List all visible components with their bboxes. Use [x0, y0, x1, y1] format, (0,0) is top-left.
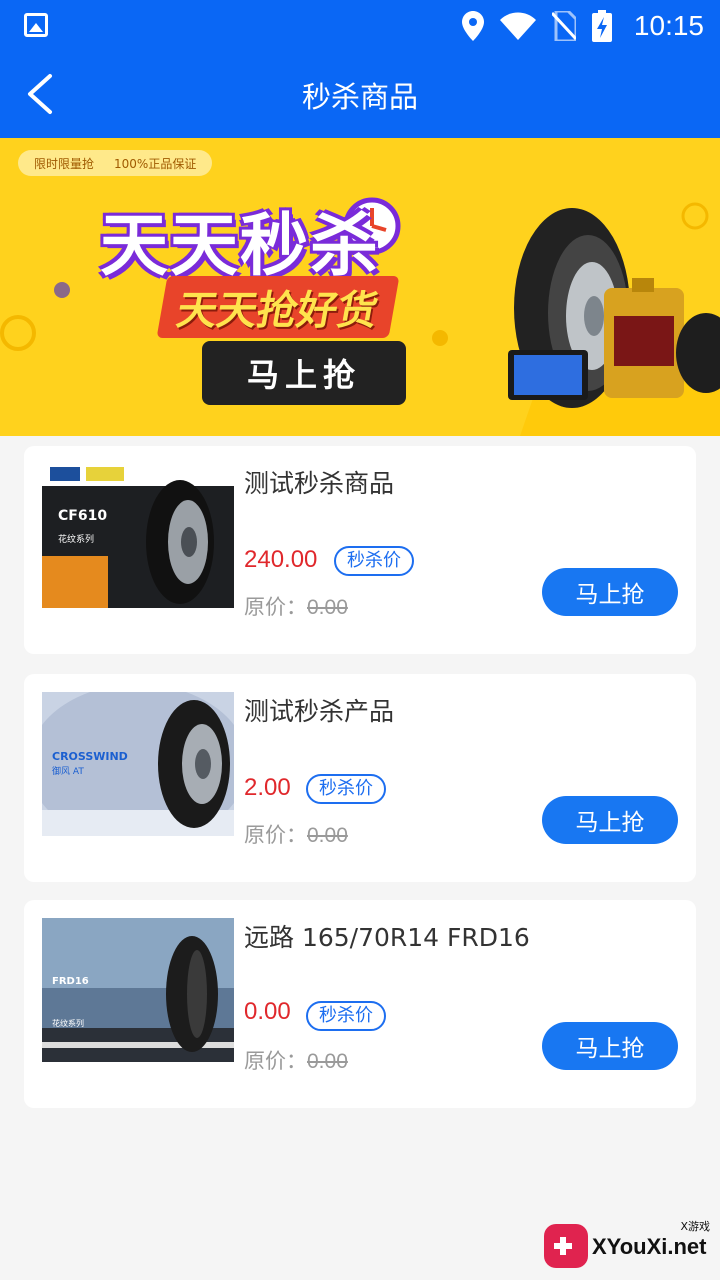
- thumb-sub: 御风 AT: [52, 765, 84, 777]
- banner-tag-genuine: 100%正品保证: [114, 156, 197, 171]
- original-price-label: 原价：: [244, 595, 307, 619]
- banner-tag-limited: 限时限量抢: [34, 156, 95, 171]
- product-card[interactable]: CF610 花纹系列 测试秒杀商品 240.00 秒杀价 原价：0.00 马上抢: [24, 446, 696, 654]
- banner-buy-button[interactable]: 马上抢: [202, 341, 406, 405]
- clock: 10:15: [633, 10, 704, 41]
- system-icons: 10:15: [461, 8, 704, 44]
- product-card[interactable]: CROSSWIND 御风 AT 测试秒杀产品 2.00 秒杀价 原价：0.00 …: [24, 674, 696, 882]
- gamepad-logo-icon: [544, 1224, 588, 1268]
- thumb-label: CROSSWIND: [52, 750, 128, 763]
- banner-tag-bar: 限时限量抢 100%正品保证: [18, 150, 213, 176]
- product-price: 240.00: [244, 546, 318, 573]
- status-bar: 10:15: [0, 0, 720, 52]
- buy-now-button[interactable]: 马上抢: [542, 796, 678, 844]
- product-card[interactable]: FRD16 花纹系列 远路 165/70R14 FRD16 0.00 秒杀价 原…: [24, 900, 696, 1108]
- product-thumbnail[interactable]: CF610 花纹系列: [42, 464, 234, 608]
- product-thumbnail[interactable]: FRD16 花纹系列: [42, 918, 234, 1062]
- original-price: 原价：0.00: [244, 591, 348, 621]
- buy-now-button[interactable]: 马上抢: [542, 1022, 678, 1070]
- original-price-label: 原价：: [244, 1049, 307, 1073]
- flash-sale-badge: 秒杀价: [334, 546, 414, 576]
- buy-now-button[interactable]: 马上抢: [542, 568, 678, 616]
- original-price: 原价：0.00: [244, 1045, 348, 1075]
- product-name[interactable]: 远路 165/70R14 FRD16: [244, 918, 530, 954]
- tire-image: CROSSWIND 御风 AT: [42, 692, 234, 836]
- watermark-small-text: X游戏: [680, 1220, 710, 1233]
- original-price-label: 原价：: [244, 823, 307, 847]
- original-price: 原价：0.00: [244, 819, 348, 849]
- nav-bar: 秒杀商品: [0, 52, 720, 138]
- flash-sale-badge: 秒杀价: [306, 774, 386, 804]
- thumb-label: FRD16: [52, 976, 89, 987]
- original-price-value: 0.00: [307, 1050, 348, 1073]
- promo-banner[interactable]: 限时限量抢 100%正品保证 天天秒杀 天天抢好货 马上抢: [0, 138, 720, 436]
- banner-subline: 天天抢好货: [156, 276, 400, 338]
- tire-image: FRD16 花纹系列: [42, 918, 234, 1062]
- product-price: 2.00: [244, 774, 291, 801]
- product-price: 0.00: [244, 998, 291, 1025]
- product-name[interactable]: 测试秒杀商品: [244, 464, 394, 500]
- original-price-value: 0.00: [307, 596, 348, 619]
- thumb-label: CF610: [58, 508, 107, 524]
- thumb-sub: 花纹系列: [58, 533, 94, 545]
- location-icon: [461, 11, 484, 41]
- no-sim-icon: [551, 11, 576, 41]
- tire-image: CF610 花纹系列: [42, 464, 234, 608]
- flash-sale-badge: 秒杀价: [306, 1001, 386, 1031]
- banner-headline: 天天秒杀: [100, 207, 381, 286]
- watermark-text: XYouXi.net: [592, 1234, 707, 1259]
- page-title: 秒杀商品: [301, 80, 418, 114]
- wifi-icon: [499, 12, 536, 40]
- thumb-sub: 花纹系列: [52, 1018, 84, 1028]
- product-name[interactable]: 测试秒杀产品: [244, 692, 394, 728]
- battery-charging-icon: [591, 10, 612, 42]
- product-thumbnail[interactable]: CROSSWIND 御风 AT: [42, 692, 234, 836]
- original-price-value: 0.00: [307, 824, 348, 847]
- site-watermark: X游戏 XYouXi.net: [544, 1218, 714, 1274]
- image-icon: [24, 13, 48, 37]
